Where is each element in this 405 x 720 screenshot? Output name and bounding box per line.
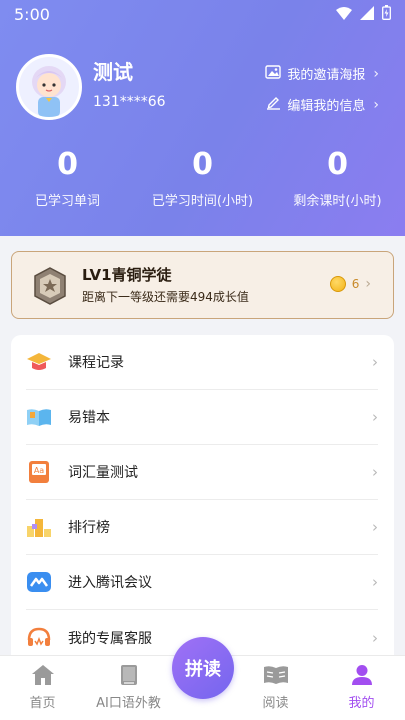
- chevron-right-icon: ›: [372, 628, 378, 647]
- menu-label: 课程记录: [68, 355, 124, 371]
- menu-label: 词汇量测试: [68, 465, 138, 481]
- stat-value: 0: [192, 147, 213, 182]
- username: 测试: [93, 60, 133, 84]
- menu-item-vocabulary-test[interactable]: Aa 词汇量测试 ›: [26, 445, 378, 500]
- headset-icon: [26, 625, 52, 651]
- coin-balance[interactable]: 6 ›: [329, 276, 371, 292]
- status-time: 5:00: [14, 4, 50, 24]
- menu-label: 进入腾讯会议: [68, 575, 152, 591]
- tab-mine[interactable]: 我的: [321, 662, 402, 711]
- stat-value: 0: [57, 147, 78, 182]
- chevron-right-icon: ›: [373, 65, 379, 82]
- menu-item-course-records[interactable]: 课程记录 ›: [26, 335, 378, 390]
- center-button-label: 拼读: [185, 659, 221, 680]
- menu-list: 课程记录 › 易错本 › Aa 词汇量测试 › 排行榜 › 进入腾讯会议 › 我…: [11, 335, 394, 665]
- notebook-icon: [88, 662, 169, 688]
- tab-home[interactable]: 首页: [2, 662, 83, 711]
- profile-header: 测试 131****66 我的邀请海报 › 编辑我的信息 › 0 已学习单词 0…: [0, 0, 405, 236]
- stat-label: 已学习时间(小时): [151, 194, 254, 209]
- invite-poster-link[interactable]: 我的邀请海报 ›: [265, 64, 379, 83]
- battery-icon: [382, 4, 391, 24]
- tab-label: 我的: [348, 696, 375, 711]
- invite-poster-label: 我的邀请海报: [287, 68, 366, 83]
- graduation-cap-icon: [26, 349, 52, 375]
- chevron-right-icon: ›: [372, 573, 378, 591]
- tencent-meeting-icon: [26, 569, 52, 595]
- tab-label: 阅读: [262, 696, 289, 711]
- level-title: LV1青铜学徒: [82, 266, 172, 284]
- chevron-right-icon: ›: [365, 276, 371, 292]
- tab-label: AI口语外教: [96, 696, 161, 711]
- home-icon: [2, 662, 83, 688]
- edit-info-link[interactable]: 编辑我的信息 ›: [266, 95, 379, 114]
- wifi-icon: [336, 5, 352, 24]
- menu-label: 排行榜: [68, 520, 110, 536]
- chevron-right-icon: ›: [372, 518, 378, 536]
- stat-remaining-hours: 0 剩余课时(小时): [270, 146, 405, 209]
- svg-text:Aa: Aa: [34, 466, 44, 475]
- ranking-blocks-icon: [26, 514, 52, 540]
- stat-value: 0: [327, 147, 348, 182]
- phone-number: 131****66: [93, 94, 166, 110]
- edit-info-label: 编辑我的信息: [287, 99, 366, 114]
- signal-icon: [360, 5, 374, 24]
- edit-icon: [266, 96, 281, 114]
- chevron-right-icon: ›: [372, 463, 378, 481]
- stat-learned-words: 0 已学习单词: [0, 146, 135, 209]
- tab-reading[interactable]: 阅读: [235, 662, 316, 711]
- menu-label: 易错本: [68, 410, 110, 426]
- menu-item-mistake-book[interactable]: 易错本 ›: [26, 390, 378, 445]
- phonics-center-button[interactable]: 拼读: [172, 637, 234, 699]
- image-icon: [265, 64, 282, 83]
- status-bar: 5:00: [0, 0, 405, 28]
- stat-learned-hours: 0 已学习时间(小时): [135, 146, 270, 209]
- stat-label: 已学习单词: [34, 194, 100, 209]
- tab-ai-tutor[interactable]: AI口语外教: [88, 662, 169, 711]
- aa-test-icon: Aa: [26, 459, 52, 485]
- chevron-right-icon: ›: [372, 408, 378, 426]
- open-book-icon: [235, 662, 316, 688]
- level-progress-text: 距离下一等级还需要494成长值: [82, 290, 249, 304]
- coin-count: 6: [351, 277, 360, 291]
- person-icon: [321, 662, 402, 688]
- chevron-right-icon: ›: [373, 96, 379, 113]
- menu-item-tencent-meeting[interactable]: 进入腾讯会议 ›: [26, 555, 378, 610]
- open-book-icon: [26, 404, 52, 430]
- stat-label: 剩余课时(小时): [293, 194, 382, 209]
- chevron-right-icon: ›: [372, 353, 378, 371]
- avatar[interactable]: [16, 54, 82, 120]
- tab-label: 首页: [29, 696, 56, 711]
- menu-item-leaderboard[interactable]: 排行榜 ›: [26, 500, 378, 555]
- level-card[interactable]: LV1青铜学徒 距离下一等级还需要494成长值 6 ›: [11, 251, 394, 319]
- bronze-medal-icon: [30, 266, 70, 306]
- coin-icon: [329, 276, 346, 292]
